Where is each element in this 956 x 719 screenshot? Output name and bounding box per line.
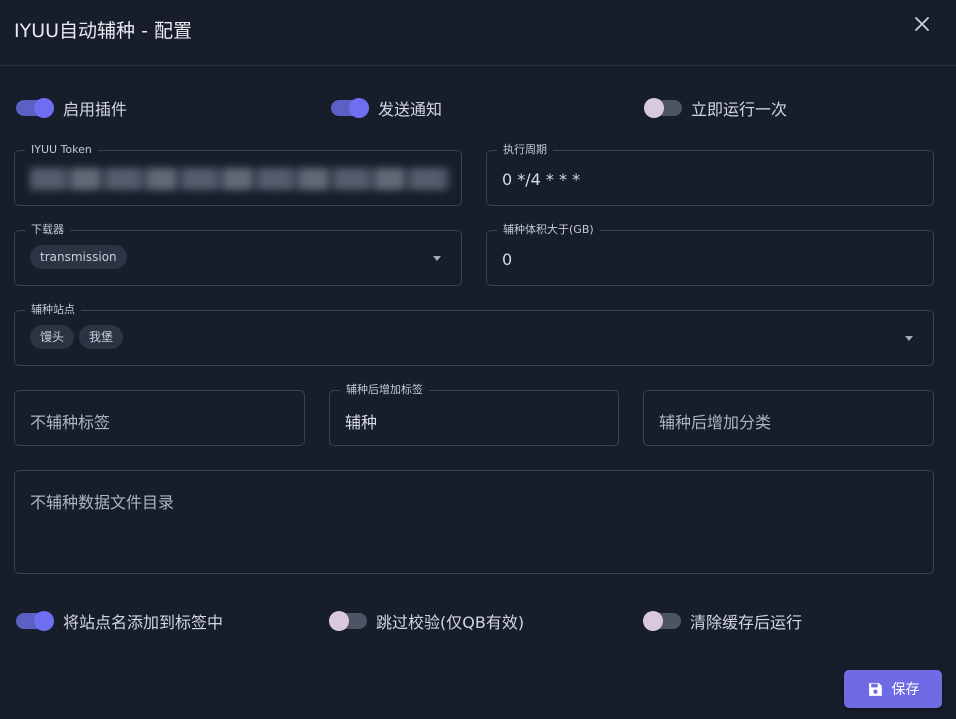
- switch-send-notify[interactable]: 发送通知: [331, 96, 442, 120]
- toggle-track[interactable]: [331, 98, 369, 118]
- close-icon[interactable]: [910, 12, 934, 36]
- sites-select[interactable]: 辅种站点 馒头 我堡: [14, 303, 934, 366]
- dialog-header: IYUU自动辅种 - 配置: [0, 0, 956, 66]
- exclude-tags-field[interactable]: 不辅种标签: [14, 390, 305, 446]
- cron-field[interactable]: 执行周期 0 */4 * * *: [486, 143, 934, 206]
- size-field[interactable]: 辅种体积大于(GB) 0: [486, 223, 934, 286]
- downloader-chip[interactable]: transmission: [30, 245, 127, 269]
- field-placeholder: 辅种后增加分类: [659, 413, 772, 432]
- toggle-knob: [34, 611, 54, 631]
- switch-label: 启用插件: [63, 100, 128, 119]
- toggle-track[interactable]: [644, 98, 682, 118]
- field-label: 辅种体积大于(GB): [497, 223, 600, 237]
- toggle-knob: [643, 611, 663, 631]
- exclude-paths-textarea[interactable]: 不辅种数据文件目录: [14, 470, 934, 574]
- toggle-knob: [34, 98, 54, 118]
- field-label: 辅种后增加标签: [340, 383, 429, 397]
- field-label: IYUU Token: [25, 143, 98, 157]
- site-chip[interactable]: 我堡: [79, 325, 124, 349]
- token-field[interactable]: IYUU Token: [14, 143, 462, 206]
- switch-label: 发送通知: [378, 100, 443, 119]
- switch-skip-verify[interactable]: 跳过校验(仅QB有效): [329, 609, 524, 633]
- switch-label: 立即运行一次: [691, 100, 788, 119]
- toggle-track[interactable]: [329, 611, 367, 631]
- toggle-knob: [329, 611, 349, 631]
- toggle-track[interactable]: [16, 611, 54, 631]
- field-placeholder: 不辅种数据文件目录: [30, 493, 175, 512]
- dialog-title: IYUU自动辅种 - 配置: [14, 20, 192, 42]
- switch-run-once[interactable]: 立即运行一次: [644, 96, 787, 120]
- add-tag-value: 辅种: [345, 413, 378, 432]
- switch-clear-cache[interactable]: 清除缓存后运行: [643, 609, 802, 633]
- caret-down-icon[interactable]: [905, 336, 913, 341]
- field-label: 下载器: [25, 223, 70, 237]
- add-category-field[interactable]: 辅种后增加分类: [643, 390, 934, 446]
- site-chip[interactable]: 馒头: [30, 325, 75, 349]
- downloader-select[interactable]: 下载器 transmission: [14, 223, 462, 286]
- toggle-knob: [349, 98, 369, 118]
- floppy-disk-icon: [868, 682, 882, 696]
- toggle-knob: [644, 98, 664, 118]
- save-label: 保存: [891, 682, 920, 698]
- field-label: 执行周期: [497, 143, 553, 157]
- add-tag-field[interactable]: 辅种后增加标签 辅种: [329, 383, 619, 446]
- cron-value: 0 */4 * * *: [502, 170, 581, 189]
- size-value: 0: [502, 250, 513, 269]
- token-value-masked: [30, 168, 450, 190]
- save-button[interactable]: 保存: [844, 670, 942, 708]
- switch-label: 清除缓存后运行: [690, 613, 803, 632]
- field-placeholder: 不辅种标签: [30, 413, 111, 432]
- switch-label: 跳过校验(仅QB有效): [376, 613, 525, 632]
- field-label: 辅种站点: [25, 303, 81, 317]
- toggle-track[interactable]: [16, 98, 54, 118]
- caret-down-icon[interactable]: [433, 256, 441, 261]
- switch-enable-plugin[interactable]: 启用插件: [16, 96, 127, 120]
- toggle-track[interactable]: [643, 611, 681, 631]
- switch-label: 将站点名添加到标签中: [63, 613, 224, 632]
- switch-add-site-tag[interactable]: 将站点名添加到标签中: [16, 609, 223, 633]
